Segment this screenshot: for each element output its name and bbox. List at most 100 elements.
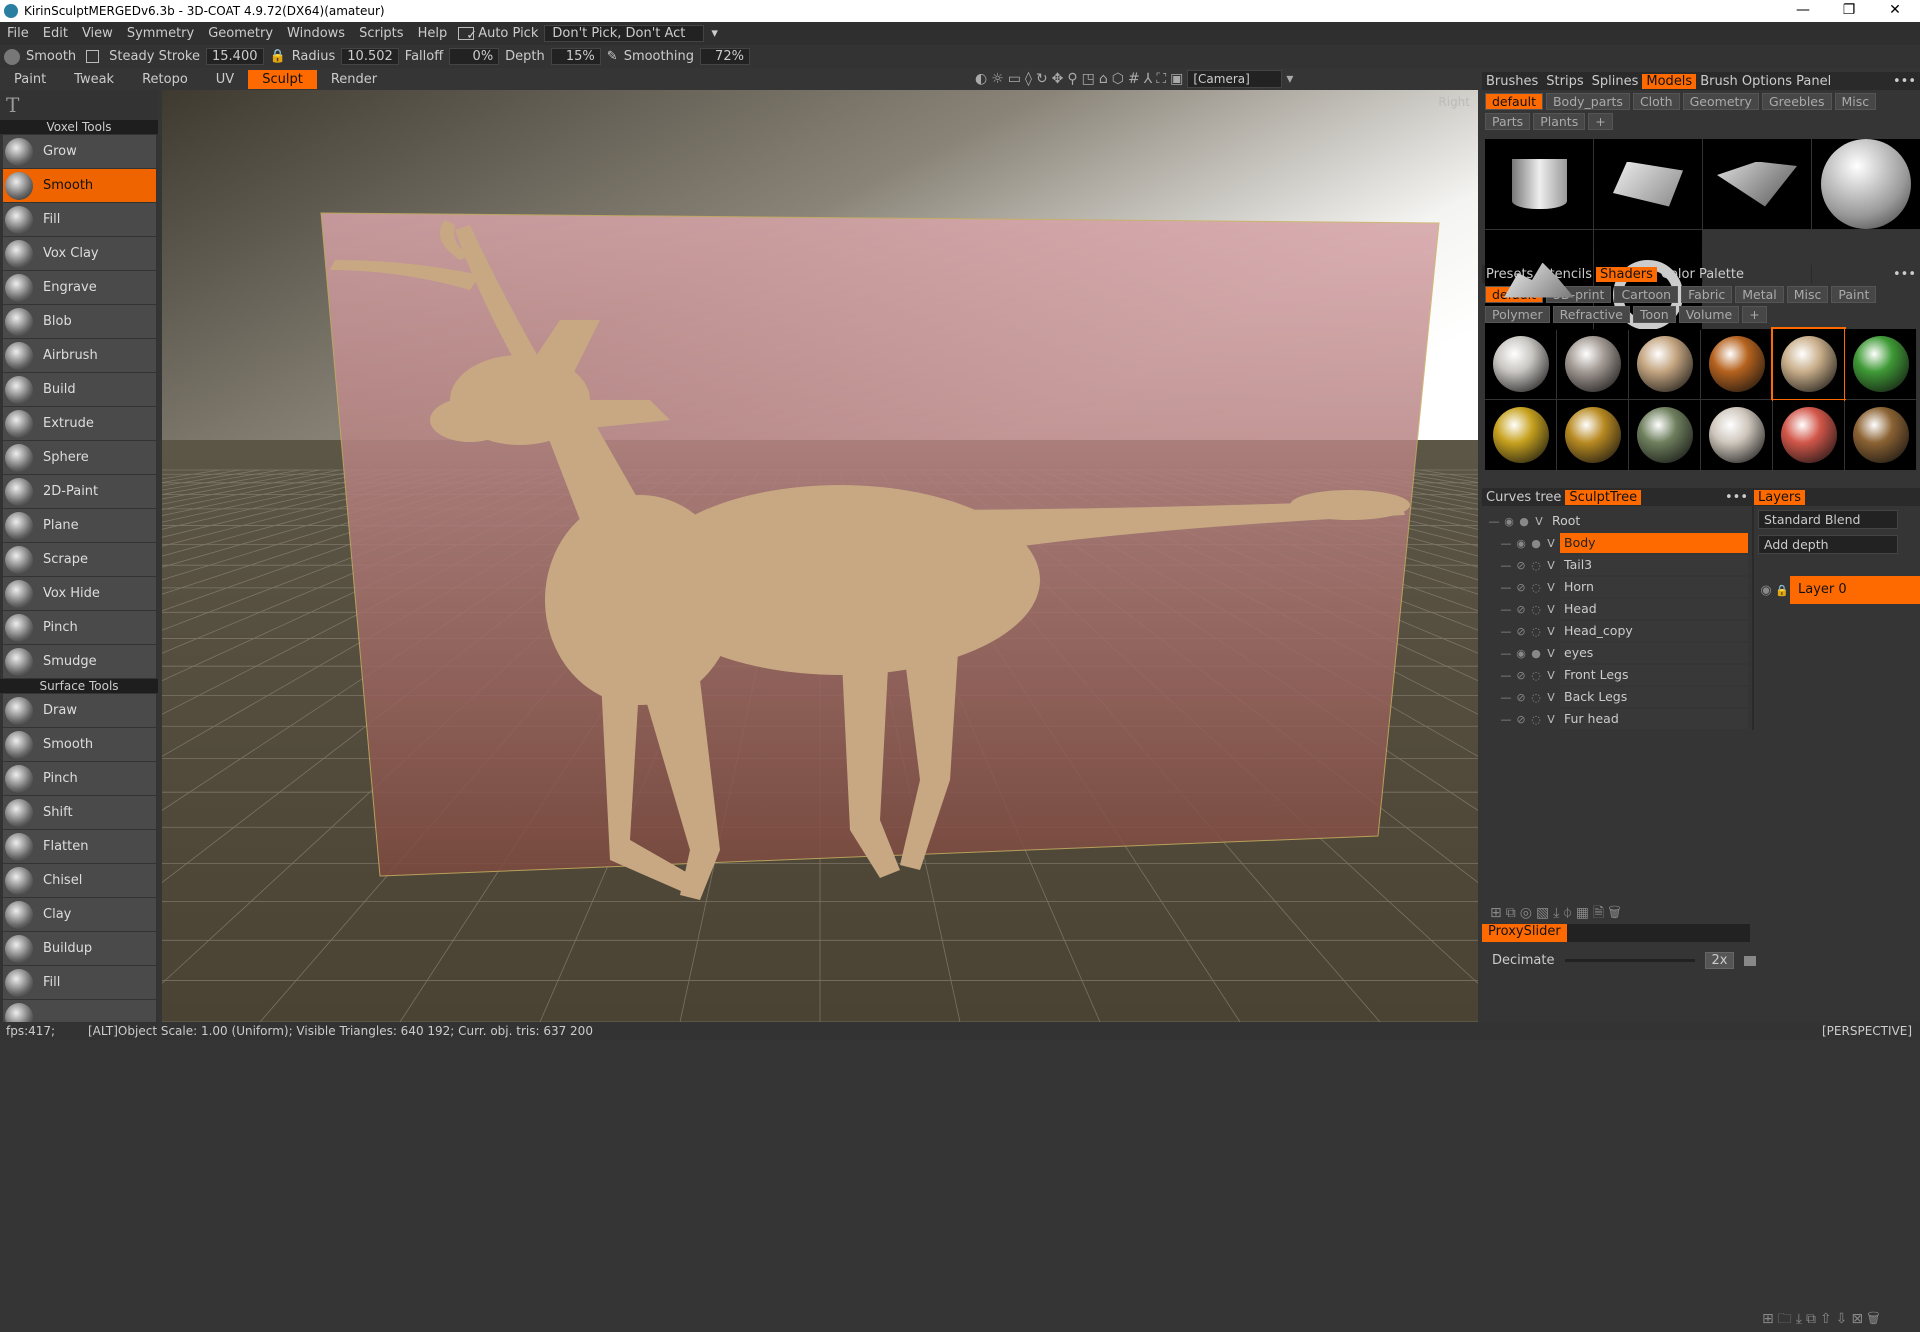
category-geometry[interactable]: Geometry <box>1682 93 1759 110</box>
shader-swatch[interactable] <box>1485 329 1556 399</box>
camera-dropdown[interactable]: [Camera] <box>1187 70 1283 88</box>
tree-row[interactable]: — ◉ ● Veyes <box>1482 642 1752 664</box>
sphere-icon[interactable]: ● <box>1518 515 1530 528</box>
shader-swatch[interactable] <box>1701 400 1772 470</box>
tool-vox-hide[interactable]: Vox Hide <box>3 577 156 610</box>
mouse-lock-icon[interactable]: 🔒 <box>270 49 286 64</box>
tree-item-name[interactable]: Back Legs <box>1560 687 1748 707</box>
shader-swatch[interactable] <box>1845 400 1916 470</box>
collapse-icon[interactable]: — <box>1500 603 1512 616</box>
menu-file[interactable]: File <box>0 26 36 41</box>
eye-off-icon[interactable]: ⊘ <box>1515 581 1527 594</box>
collapse-icon[interactable]: — <box>1500 713 1512 726</box>
tool-plane[interactable]: Plane <box>3 509 156 542</box>
shader-swatch[interactable] <box>1485 400 1556 470</box>
category-parts[interactable]: Parts <box>1485 113 1531 130</box>
tree-item-name[interactable]: Horn <box>1560 577 1748 597</box>
tool-build[interactable]: Build <box>3 373 156 406</box>
tab-brush-options-panel[interactable]: Brush Options Panel <box>1696 74 1835 89</box>
add-layer-icon[interactable]: ⊞ <box>1762 1311 1778 1327</box>
tool-flatten[interactable]: Flatten <box>3 830 156 863</box>
category-metal[interactable]: Metal <box>1735 286 1784 303</box>
sphere-icon[interactable]: ◌ <box>1530 581 1542 594</box>
tool-blob[interactable]: Blob <box>3 305 156 338</box>
more-icon[interactable]: ••• <box>1721 490 1752 505</box>
cube-icon[interactable]: ⬡ <box>1112 71 1124 87</box>
shader-swatch[interactable] <box>1629 329 1700 399</box>
radius-label[interactable]: Radius <box>292 49 336 64</box>
falloff-value[interactable]: 0% <box>449 48 500 65</box>
image-icon[interactable]: ▣ <box>1170 71 1183 87</box>
tool-pinch[interactable]: Pinch <box>3 611 156 644</box>
category-default[interactable]: default <box>1485 93 1543 110</box>
grid-icon[interactable]: # <box>1128 71 1140 87</box>
tree-item-name[interactable]: Head_copy <box>1560 621 1748 641</box>
shader-swatch[interactable] <box>1845 329 1916 399</box>
shader-swatch[interactable] <box>1701 329 1772 399</box>
chevron-down-icon[interactable]: ▾ <box>1286 71 1293 87</box>
tab-curves-tree[interactable]: Curves tree <box>1482 490 1565 505</box>
tree-row[interactable]: — ⊘ ◌ V Head <box>1482 598 1752 620</box>
shader-swatch[interactable] <box>1773 400 1844 470</box>
tool-clay[interactable]: Clay <box>3 898 156 931</box>
menu-help[interactable]: Help <box>411 26 455 41</box>
steady-stroke-label[interactable]: Steady Stroke <box>109 49 200 64</box>
tree-item-name[interactable]: Tail3 <box>1560 555 1748 575</box>
frame-icon[interactable]: ▭ <box>1008 71 1021 87</box>
collapse-icon[interactable]: — <box>1500 559 1512 572</box>
category-misc[interactable]: Misc <box>1786 286 1829 303</box>
move-icon[interactable]: ✥ <box>1052 71 1064 87</box>
tree-item-name[interactable]: Head <box>1560 599 1748 619</box>
tab-brushes[interactable]: Brushes <box>1482 74 1542 89</box>
tool-fill[interactable]: Fill <box>3 966 156 999</box>
sphere-icon[interactable]: ◌ <box>1530 603 1542 616</box>
add-icon[interactable]: ⊞ <box>1490 905 1506 921</box>
scene[interactable]: Right <box>162 90 1478 1022</box>
tools-surface-header-header[interactable]: Surface Tools <box>0 679 158 693</box>
decimate-value[interactable]: 2x <box>1704 952 1735 969</box>
proxy-slider-tab[interactable]: ProxySlider <box>1482 924 1567 942</box>
category-refractive[interactable]: Refractive <box>1552 306 1630 323</box>
text-tool-icon[interactable]: T <box>0 90 158 120</box>
tree-item-name[interactable]: Root <box>1548 511 1748 531</box>
tool-smooth[interactable]: Smooth <box>3 169 156 202</box>
chevron-down-icon[interactable]: ▾ <box>704 26 725 41</box>
collapse-icon[interactable]: — <box>1500 537 1512 550</box>
falloff-label[interactable]: Falloff <box>405 49 443 64</box>
tool-pinch[interactable]: Pinch <box>3 762 156 795</box>
category-volume[interactable]: Volume <box>1678 306 1740 323</box>
eye-off-icon[interactable]: ⊘ <box>1515 559 1527 572</box>
tool-airbrush[interactable]: Airbrush <box>3 339 156 372</box>
home-icon[interactable]: ⌂ <box>1099 71 1108 87</box>
auto-pick-checkbox[interactable]: ✓ <box>458 27 477 43</box>
collapse-icon[interactable]: — <box>1500 669 1512 682</box>
more-icon[interactable]: ••• <box>1889 267 1920 282</box>
eye-icon[interactable]: ◉ <box>1503 515 1515 528</box>
split-icon[interactable]: ⏀ <box>1563 905 1575 921</box>
tree-item-name[interactable]: Fur head <box>1560 709 1748 729</box>
tree-row[interactable]: — ⊘ ◌ V Head_copy <box>1482 620 1752 642</box>
duplicate-icon[interactable]: ⧉ <box>1806 1311 1820 1327</box>
tab-render[interactable]: Render <box>317 70 391 89</box>
eye-off-icon[interactable]: ⊘ <box>1515 625 1527 638</box>
tree-item-name[interactable]: Body <box>1560 533 1748 553</box>
pick-mode-dropdown[interactable]: Don't Pick, Don't Act <box>544 25 705 42</box>
page-icon[interactable] <box>1744 955 1757 966</box>
drop-icon[interactable]: ◊ <box>1025 71 1032 87</box>
radius-value[interactable]: 10.502 <box>341 48 399 65</box>
3d-viewport[interactable]: Right <box>162 90 1478 1022</box>
tab-retopo[interactable]: Retopo <box>128 70 202 89</box>
eye-off-icon[interactable]: ⊘ <box>1515 713 1527 726</box>
depth-value[interactable]: 15% <box>550 48 601 65</box>
eye-off-icon[interactable]: ⊘ <box>1515 691 1527 704</box>
menu-symmetry[interactable]: Symmetry <box>120 26 201 41</box>
collapse-icon[interactable]: — <box>1488 515 1500 528</box>
category-add[interactable]: + <box>1588 113 1613 130</box>
arrow-up-icon[interactable]: ⇧ <box>1820 1311 1836 1327</box>
category-toon[interactable]: Toon <box>1632 306 1676 323</box>
tool-fill[interactable]: Fill <box>3 203 156 236</box>
tool-chisel[interactable]: Chisel <box>3 864 156 897</box>
tree-item-name[interactable]: Front Legs <box>1560 665 1748 685</box>
zoom-icon[interactable]: ⚲ <box>1067 71 1077 87</box>
layers-tab[interactable]: Layers <box>1754 489 1806 505</box>
